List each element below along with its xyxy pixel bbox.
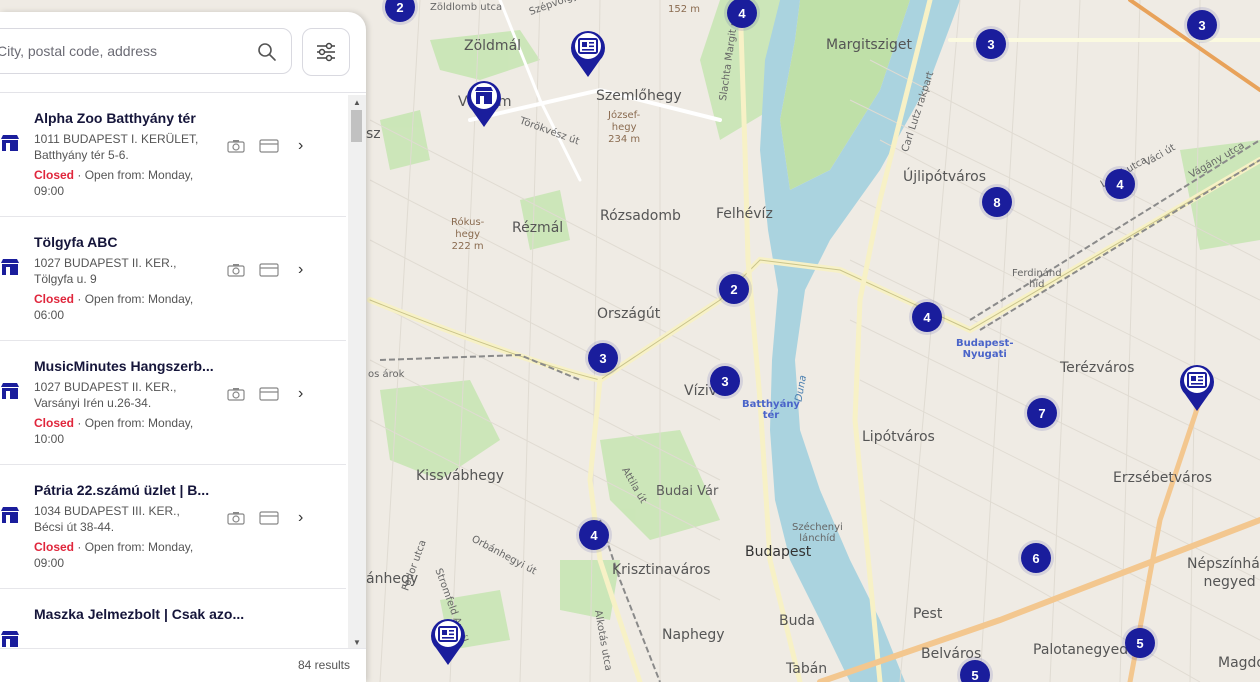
card-icon[interactable] [259, 263, 279, 277]
camera-icon[interactable] [227, 511, 245, 525]
map-cluster[interactable]: 5 [1125, 628, 1155, 658]
results-count: 84 results [297, 658, 350, 672]
store-pin-icon[interactable] [466, 78, 502, 128]
store-icon [1, 507, 19, 523]
store-name[interactable]: Tölgyfa ABC [34, 234, 219, 250]
address-line: Bécsi út 38-44. [34, 520, 115, 534]
map-cluster[interactable]: 3 [976, 29, 1006, 59]
map-cluster[interactable]: 3 [710, 366, 740, 396]
closed-badge: Closed [34, 540, 75, 554]
closed-badge: Closed [34, 292, 75, 306]
newspaper-pin-icon[interactable] [570, 28, 606, 78]
list-item[interactable]: Tölgyfa ABC 1027 BUDAPEST II. KER., Tölgy… [0, 217, 346, 341]
address-line: 1027 BUDAPEST II. KER., [34, 380, 177, 394]
newspaper-pin-icon[interactable] [430, 616, 466, 666]
closed-badge: Closed [34, 168, 75, 182]
address-line: 1034 BUDAPEST III. KER., [34, 504, 180, 518]
store-status: Closed · Open from: Monday, 09:00 [34, 167, 209, 199]
address-line: 1027 BUDAPEST II. KER., [34, 256, 177, 270]
store-status: Closed · Open from: Monday, 10:00 [34, 415, 209, 447]
store-name[interactable]: Pátria 22.számú üzlet | B... [34, 482, 219, 498]
filter-button[interactable] [302, 28, 350, 76]
map-cluster[interactable]: 4 [1105, 169, 1135, 199]
scroll-up-icon[interactable]: ▲ [353, 98, 361, 107]
map-cluster[interactable]: 3 [1187, 10, 1217, 40]
search-icon[interactable] [257, 42, 277, 62]
chevron-right-icon[interactable]: › [298, 261, 303, 279]
chevron-right-icon[interactable]: › [298, 137, 303, 155]
map-cluster[interactable]: 8 [982, 187, 1012, 217]
map-cluster[interactable]: 4 [579, 520, 609, 550]
list-item[interactable]: Maszka Jelmezbolt | Csak azo... [0, 589, 346, 648]
chevron-right-icon[interactable]: › [298, 509, 303, 527]
chevron-right-icon[interactable]: › [298, 385, 303, 403]
store-address: 1027 BUDAPEST II. KER., Varsányi Irén u.2… [34, 379, 204, 411]
card-icon[interactable] [259, 511, 279, 525]
scrollbar-thumb[interactable] [351, 110, 362, 142]
store-list[interactable]: Alpha Zoo Batthyány tér 1011 BUDAPEST I.… [0, 93, 346, 648]
card-icon[interactable] [259, 139, 279, 153]
map-cluster[interactable]: 5 [960, 660, 990, 682]
store-name[interactable]: Alpha Zoo Batthyány tér [34, 110, 219, 126]
store-address: 1011 BUDAPEST I. KERÜLET, Batthyány tér 5… [34, 131, 204, 163]
map-cluster[interactable]: 4 [912, 302, 942, 332]
list-item[interactable]: Pátria 22.számú üzlet | B... 1034 BUDAPE… [0, 465, 346, 589]
store-icon [1, 135, 19, 151]
store-icon [1, 259, 19, 275]
store-icon [1, 631, 19, 647]
address-line: 1011 BUDAPEST I. KERÜLET, [34, 132, 199, 146]
list-item[interactable]: Alpha Zoo Batthyány tér 1011 BUDAPEST I.… [0, 93, 346, 217]
store-status: Closed · Open from: Monday, 06:00 [34, 291, 209, 323]
store-icon [1, 383, 19, 399]
search-box[interactable] [0, 28, 292, 74]
results-footer: 84 results [0, 648, 366, 682]
scroll-down-icon[interactable]: ▼ [353, 638, 361, 647]
map-cluster[interactable]: 3 [588, 343, 618, 373]
store-address: 1027 BUDAPEST II. KER., Tölgyfa u. 9 [34, 255, 204, 287]
map-cluster[interactable]: 2 [719, 274, 749, 304]
newspaper-pin-icon[interactable] [1179, 362, 1215, 412]
address-line: Batthyány tér 5-6. [34, 148, 129, 162]
search-input[interactable] [0, 42, 249, 60]
card-icon[interactable] [259, 387, 279, 401]
closed-badge: Closed [34, 416, 75, 430]
camera-icon[interactable] [227, 263, 245, 277]
list-item[interactable]: MusicMinutes Hangszerb... 1027 BUDAPEST … [0, 341, 346, 465]
camera-icon[interactable] [227, 139, 245, 153]
map-cluster[interactable]: 6 [1021, 543, 1051, 573]
scrollbar[interactable]: ▲ ▼ [348, 95, 366, 650]
address-line: Varsányi Irén u.26-34. [34, 396, 152, 410]
map-cluster[interactable]: 7 [1027, 398, 1057, 428]
store-name[interactable]: MusicMinutes Hangszerb... [34, 358, 219, 374]
store-list-panel: Alpha Zoo Batthyány tér 1011 BUDAPEST I.… [0, 12, 366, 682]
store-address: 1034 BUDAPEST III. KER., Bécsi út 38-44. [34, 503, 204, 535]
address-line: Tölgyfa u. 9 [34, 272, 97, 286]
sliders-icon [317, 42, 335, 62]
camera-icon[interactable] [227, 387, 245, 401]
store-status: Closed · Open from: Monday, 09:00 [34, 539, 209, 571]
store-name[interactable]: Maszka Jelmezbolt | Csak azo... [34, 606, 249, 622]
